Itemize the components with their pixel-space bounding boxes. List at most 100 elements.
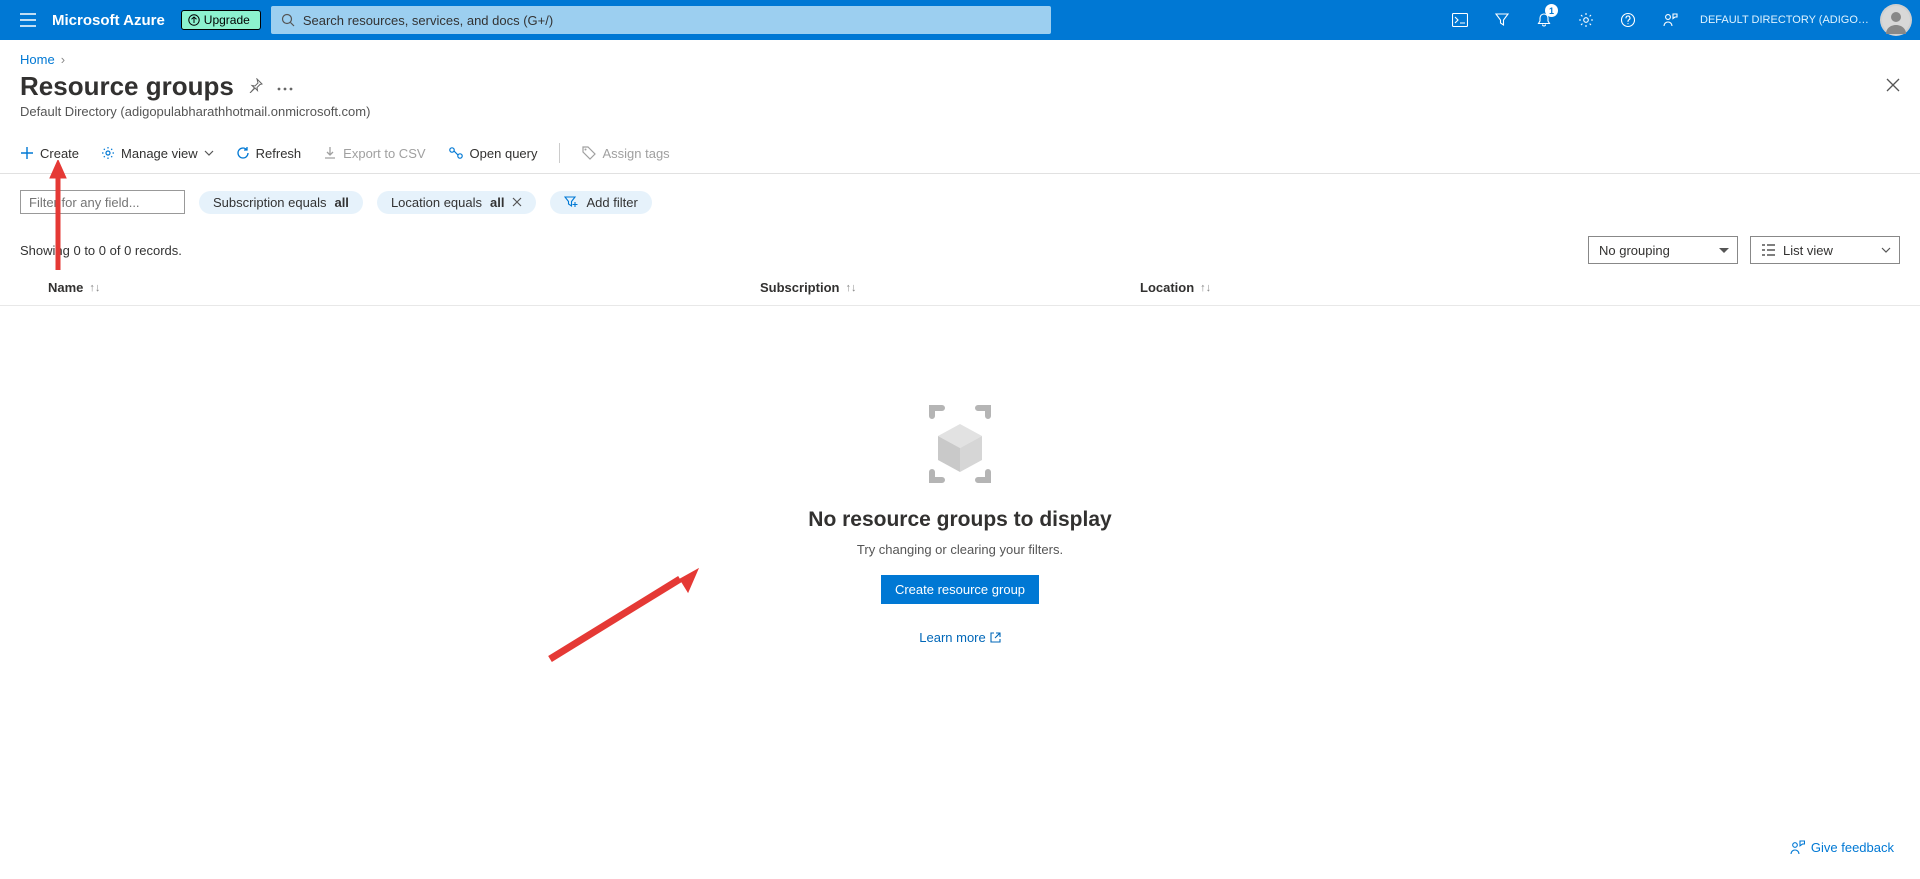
- sort-icon: ↑↓: [845, 282, 856, 294]
- help-icon: [1620, 12, 1636, 28]
- learn-more-link[interactable]: Learn more: [919, 630, 1000, 645]
- avatar-icon: [1882, 6, 1910, 34]
- create-label: Create: [40, 146, 79, 161]
- filter-text-input[interactable]: [20, 190, 185, 214]
- tenant-label[interactable]: DEFAULT DIRECTORY (ADIGOPUL...: [1700, 14, 1870, 26]
- filter-icon: [1494, 12, 1510, 28]
- upgrade-label: Upgrade: [204, 13, 250, 27]
- create-button[interactable]: Create: [20, 146, 79, 161]
- global-search-input[interactable]: [303, 13, 1041, 28]
- help-button[interactable]: [1608, 0, 1648, 40]
- results-count: Showing 0 to 0 of 0 records.: [20, 243, 182, 258]
- person-feedback-icon: [1662, 12, 1678, 28]
- close-small-icon: [512, 197, 522, 207]
- gear-small-icon: [101, 146, 115, 160]
- filter-loc-clear[interactable]: [512, 195, 522, 210]
- refresh-icon: [236, 146, 250, 160]
- empty-state-art: [0, 396, 1920, 492]
- filter-sub-value: all: [334, 195, 348, 210]
- refresh-label: Refresh: [256, 146, 302, 161]
- pin-icon: [248, 78, 263, 93]
- export-csv-button: Export to CSV: [323, 146, 425, 161]
- empty-title: No resource groups to display: [0, 508, 1920, 532]
- person-feedback-icon: [1790, 840, 1805, 855]
- column-location[interactable]: Location ↑↓: [1140, 280, 1900, 295]
- page-header: Resource groups: [0, 67, 1920, 102]
- add-filter-button[interactable]: Add filter: [550, 191, 651, 214]
- directories-button[interactable]: [1482, 0, 1522, 40]
- filter-loc-value: all: [490, 195, 504, 210]
- feedback-top-button[interactable]: [1650, 0, 1690, 40]
- azure-top-bar: Microsoft Azure Upgrade 1 DEFAULT DIRECT…: [0, 0, 1920, 40]
- column-subscription[interactable]: Subscription ↑↓: [760, 280, 1140, 295]
- breadcrumb-home[interactable]: Home: [20, 52, 55, 67]
- external-link-icon: [990, 632, 1001, 643]
- cloud-shell-button[interactable]: [1440, 0, 1480, 40]
- chevron-down-icon: [204, 150, 214, 156]
- download-icon: [323, 146, 337, 160]
- topbar-utility-icons: 1: [1440, 0, 1690, 40]
- azure-brand[interactable]: Microsoft Azure: [52, 12, 165, 29]
- breadcrumb: Home ›: [0, 40, 1920, 67]
- column-subscription-label: Subscription: [760, 280, 839, 295]
- more-button[interactable]: [277, 79, 293, 94]
- filter-loc-label: Location equals: [391, 195, 482, 210]
- sort-icon: ↑↓: [1200, 282, 1211, 294]
- cloud-shell-icon: [1452, 13, 1468, 27]
- upgrade-icon: [188, 14, 200, 26]
- page-title: Resource groups: [20, 71, 234, 102]
- filter-sub-label: Subscription equals: [213, 195, 326, 210]
- filter-pill-subscription[interactable]: Subscription equals all: [199, 191, 363, 214]
- give-feedback-label: Give feedback: [1811, 840, 1894, 855]
- empty-hint: Try changing or clearing your filters.: [0, 542, 1920, 557]
- add-filter-label: Add filter: [586, 195, 637, 210]
- export-csv-label: Export to CSV: [343, 146, 425, 161]
- grouping-select[interactable]: No grouping: [1588, 236, 1738, 264]
- assign-tags-button: Assign tags: [582, 146, 669, 161]
- settings-button[interactable]: [1566, 0, 1606, 40]
- command-bar: Create Manage view Refresh Export to CSV…: [0, 133, 1920, 174]
- learn-more-label: Learn more: [919, 630, 985, 645]
- sort-icon: ↑↓: [89, 282, 100, 294]
- give-feedback-button[interactable]: Give feedback: [1790, 840, 1894, 855]
- notification-badge: 1: [1545, 4, 1558, 17]
- upgrade-button[interactable]: Upgrade: [181, 10, 261, 30]
- column-location-label: Location: [1140, 280, 1194, 295]
- account-avatar[interactable]: [1880, 4, 1912, 36]
- filter-pill-location[interactable]: Location equals all: [377, 191, 537, 214]
- open-query-button[interactable]: Open query: [448, 146, 538, 161]
- notifications-button[interactable]: 1: [1524, 0, 1564, 40]
- gear-icon: [1578, 12, 1594, 28]
- query-icon: [448, 146, 464, 160]
- column-name[interactable]: Name ↑↓: [20, 280, 760, 295]
- column-name-label: Name: [48, 280, 83, 295]
- hamburger-menu-button[interactable]: [8, 13, 48, 27]
- view-mode-value: List view: [1783, 243, 1833, 258]
- ellipsis-icon: [277, 87, 293, 91]
- toolbar-separator: [559, 143, 560, 163]
- chevron-right-icon: ›: [61, 52, 65, 67]
- hamburger-icon: [20, 13, 36, 27]
- results-meta-row: Showing 0 to 0 of 0 records. No grouping…: [0, 222, 1920, 270]
- filter-bar: Subscription equals all Location equals …: [0, 174, 1920, 222]
- pin-button[interactable]: [248, 78, 263, 96]
- add-filter-icon: [564, 196, 578, 208]
- manage-view-label: Manage view: [121, 146, 198, 161]
- empty-state: No resource groups to display Try changi…: [0, 306, 1920, 645]
- list-view-icon: [1761, 244, 1775, 256]
- assign-tags-label: Assign tags: [602, 146, 669, 161]
- create-resource-group-button[interactable]: Create resource group: [881, 575, 1039, 604]
- manage-view-button[interactable]: Manage view: [101, 146, 214, 161]
- open-query-label: Open query: [470, 146, 538, 161]
- page-subtitle: Default Directory (adigopulabharathhotma…: [0, 102, 1920, 127]
- plus-icon: [20, 146, 34, 160]
- search-icon: [281, 13, 295, 27]
- refresh-button[interactable]: Refresh: [236, 146, 302, 161]
- view-mode-select[interactable]: List view: [1750, 236, 1900, 264]
- close-icon: [1886, 78, 1900, 92]
- close-blade-button[interactable]: [1886, 76, 1900, 97]
- global-search[interactable]: [271, 6, 1051, 34]
- chevron-down-icon: [1881, 247, 1891, 253]
- tag-icon: [582, 146, 596, 160]
- table-header: Name ↑↓ Subscription ↑↓ Location ↑↓: [0, 270, 1920, 306]
